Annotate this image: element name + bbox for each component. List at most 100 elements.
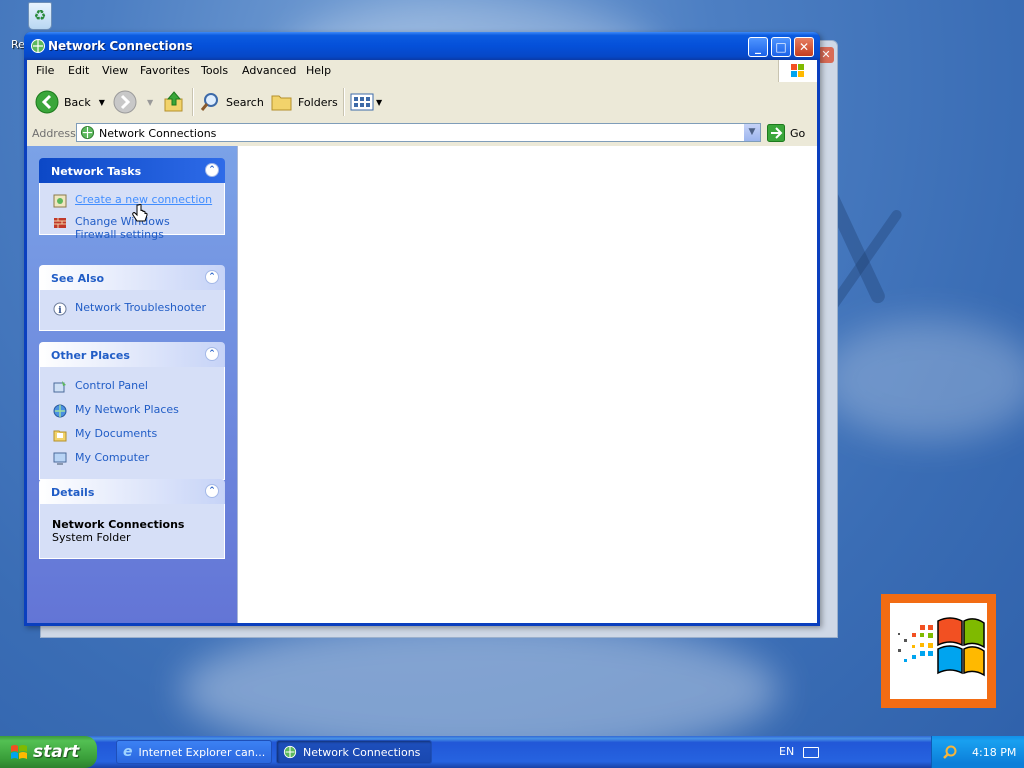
my-documents-icon	[52, 427, 68, 443]
language-indicator[interactable]: EN	[779, 745, 794, 758]
address-dropdown-icon[interactable]: ▼	[744, 124, 760, 141]
my-network-places-link[interactable]: My Network Places	[40, 399, 224, 423]
go-label: Go	[790, 126, 806, 140]
info-icon: i	[52, 301, 68, 317]
search-label: Search	[226, 95, 264, 109]
control-panel-icon	[52, 379, 68, 395]
taskbar-item-network-connections[interactable]: Network Connections	[276, 740, 432, 764]
go-arrow-icon	[767, 124, 785, 142]
network-troubleshooter-link[interactable]: i Network Troubleshooter	[40, 298, 224, 320]
other-places-panel: Other Places ⌃ Control Panel My Network …	[39, 342, 225, 480]
network-connections-icon	[30, 38, 46, 54]
toolbar-separator	[343, 88, 345, 116]
menu-file[interactable]: File	[36, 64, 54, 77]
address-label: Address	[32, 127, 76, 140]
my-computer-link[interactable]: My Computer	[40, 447, 224, 471]
back-arrow-icon	[35, 90, 59, 114]
window-title: Network Connections	[48, 39, 193, 53]
recycle-bin-icon: ♻	[28, 2, 52, 30]
see-also-title: See Also	[51, 272, 105, 285]
other-places-body: Control Panel My Network Places My Docum…	[39, 367, 225, 480]
go-button[interactable]: Go	[767, 124, 805, 142]
control-panel-link[interactable]: Control Panel	[40, 375, 224, 399]
collapse-icon[interactable]: ⌃	[205, 163, 219, 177]
menu-view[interactable]: View	[102, 64, 128, 77]
keyboard-icon[interactable]	[803, 747, 819, 758]
details-panel: Details ⌃ Network Connections System Fol…	[39, 479, 225, 559]
svg-text:i: i	[58, 306, 62, 316]
see-also-header[interactable]: See Also ⌃	[39, 265, 225, 290]
see-also-panel: See Also ⌃ i Network Troubleshooter	[39, 265, 225, 331]
windows-flag-icon	[778, 60, 817, 82]
back-dropdown-icon[interactable]: ▼	[99, 98, 105, 107]
menu-bar: File Edit View Favorites Tools Advanced …	[27, 60, 817, 83]
forward-dropdown-icon[interactable]: ▼	[147, 98, 153, 107]
network-places-icon	[52, 403, 68, 419]
address-bar: Address Network Connections ▼ Go	[27, 122, 817, 145]
my-computer-label: My Computer	[75, 451, 150, 464]
back-label: Back	[64, 95, 91, 109]
hand-cursor-icon	[132, 204, 148, 222]
my-documents-label: My Documents	[75, 427, 158, 440]
network-troubleshooter-label: Network Troubleshooter	[75, 301, 207, 314]
folders-icon	[271, 95, 292, 111]
firewall-icon	[52, 215, 68, 231]
clock[interactable]: 4:18 PM	[972, 746, 1016, 759]
desktop: ♻ Re ✕ Network Connections _ □ ✕ File Ed…	[0, 0, 1024, 736]
connections-list-area[interactable]	[237, 146, 817, 623]
cloud	[820, 320, 1024, 440]
recycle-bin-desktop-icon[interactable]: ♻	[22, 2, 56, 32]
taskbar-item-internet-explorer[interactable]: e Internet Explorer can...	[116, 740, 272, 764]
collapse-icon[interactable]: ⌃	[205, 347, 219, 361]
views-icon	[350, 93, 374, 111]
back-button[interactable]: Back ▼	[35, 90, 105, 114]
taskbar-item-label: Internet Explorer can...	[138, 745, 266, 759]
up-folder-button[interactable]	[163, 90, 185, 114]
details-type: System Folder	[52, 531, 131, 544]
details-header[interactable]: Details ⌃	[39, 479, 225, 504]
search-icon	[200, 93, 218, 111]
other-places-title: Other Places	[51, 349, 130, 362]
network-connections-small-icon	[80, 125, 95, 143]
forward-arrow-icon	[113, 90, 137, 114]
collapse-icon[interactable]: ⌃	[205, 484, 219, 498]
my-documents-link[interactable]: My Documents	[40, 423, 224, 447]
views-button[interactable]: ▼	[350, 90, 382, 114]
title-bar[interactable]: Network Connections _ □ ✕	[24, 32, 820, 60]
address-input[interactable]: Network Connections ▼	[76, 123, 761, 142]
network-connections-icon	[283, 745, 297, 759]
collapse-icon[interactable]: ⌃	[205, 270, 219, 284]
forward-button[interactable]: ▼	[113, 90, 153, 114]
search-button[interactable]: Search	[199, 90, 264, 114]
network-tasks-title: Network Tasks	[51, 165, 142, 178]
up-folder-icon	[164, 91, 183, 112]
folders-label: Folders	[298, 95, 338, 109]
close-button[interactable]: ✕	[794, 37, 814, 57]
menu-edit[interactable]: Edit	[68, 64, 89, 77]
start-button[interactable]: start	[0, 736, 97, 768]
network-tasks-header[interactable]: Network Tasks ⌃	[39, 158, 225, 183]
details-name: Network Connections	[52, 518, 185, 531]
other-places-header[interactable]: Other Places ⌃	[39, 342, 225, 367]
internet-explorer-icon: e	[123, 744, 133, 760]
details-body: Network Connections System Folder	[39, 504, 225, 559]
windows-logo-icon	[890, 603, 987, 699]
taskbar-item-label: Network Connections	[303, 745, 421, 759]
menu-tools[interactable]: Tools	[201, 64, 228, 77]
new-connection-icon	[52, 193, 68, 209]
menu-advanced[interactable]: Advanced	[242, 64, 296, 77]
address-value: Network Connections	[99, 127, 217, 140]
details-title: Details	[51, 486, 95, 499]
search-tray-icon[interactable]	[942, 744, 958, 760]
views-dropdown-icon: ▼	[376, 97, 383, 107]
folders-button[interactable]: Folders	[271, 90, 338, 114]
recycle-bin-label[interactable]: Re	[11, 38, 25, 51]
my-computer-icon	[52, 451, 68, 467]
taskbar: start e Internet Explorer can... Network…	[0, 736, 1024, 768]
minimize-button[interactable]: _	[748, 37, 768, 57]
background-window-close-icon[interactable]: ✕	[818, 47, 834, 63]
menu-favorites[interactable]: Favorites	[140, 64, 190, 77]
maximize-button[interactable]: □	[771, 37, 791, 57]
toolbar: Back ▼ ▼ Search Folders ▼	[27, 82, 817, 123]
menu-help[interactable]: Help	[306, 64, 331, 77]
